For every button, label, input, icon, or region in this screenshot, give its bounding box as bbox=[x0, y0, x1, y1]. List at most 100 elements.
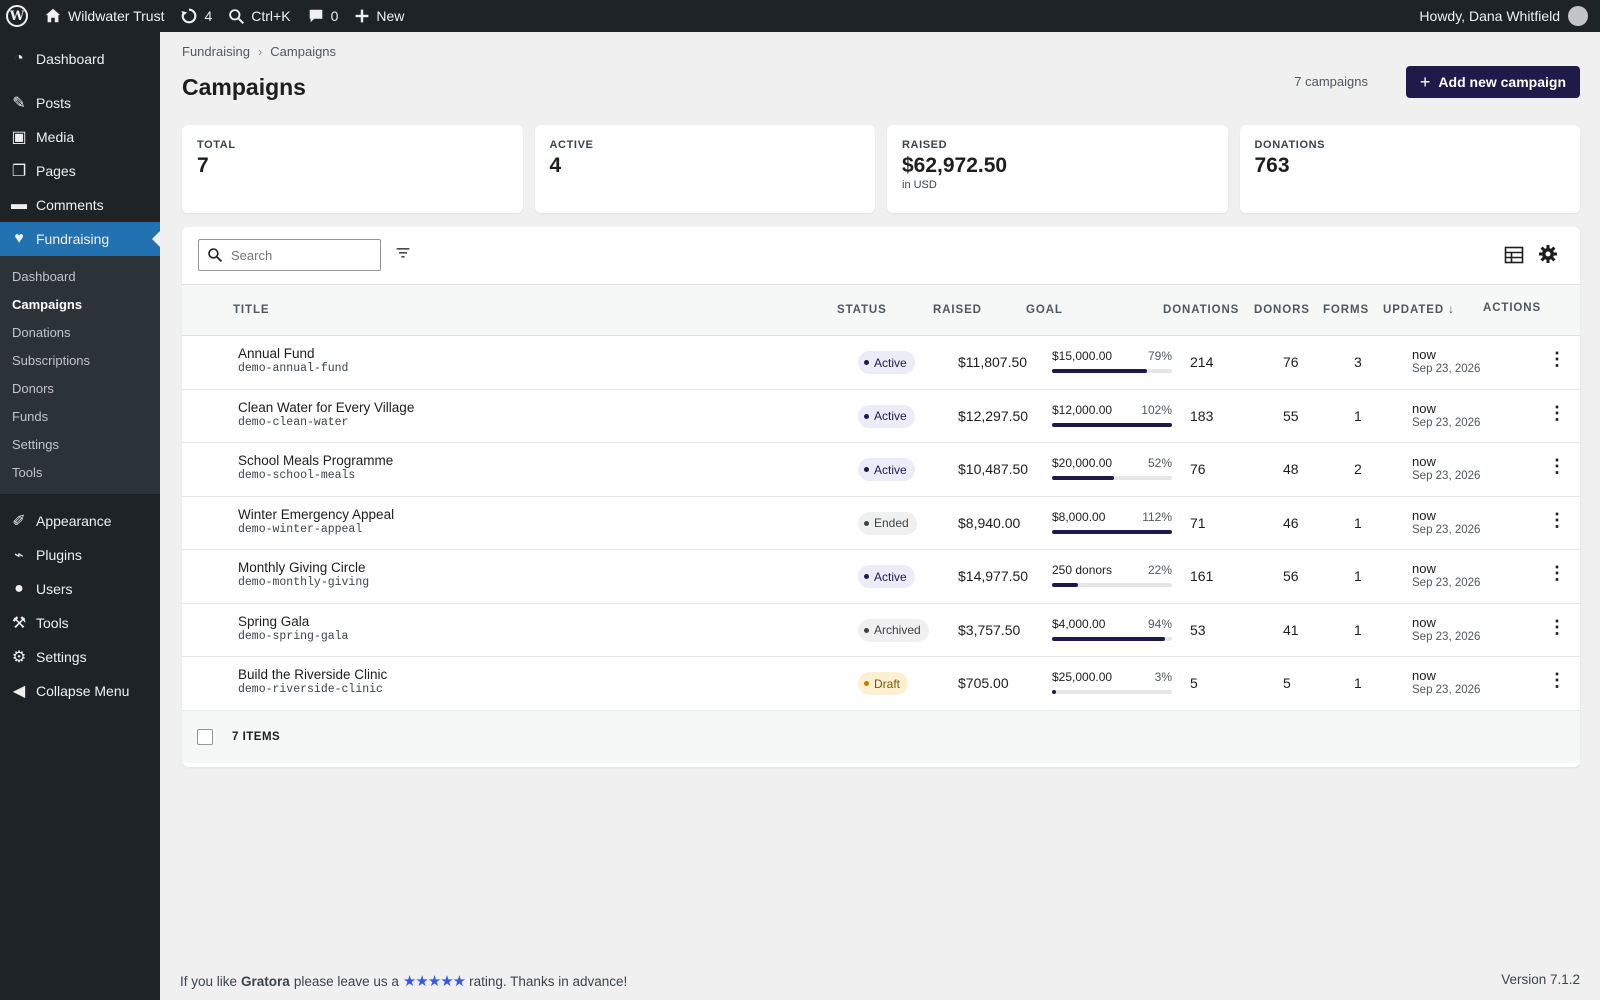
sidebar-item-dashboard[interactable]: ◔ Dashboard bbox=[0, 42, 160, 76]
sidebar-item-comments[interactable]: ▬ Comments bbox=[0, 188, 160, 222]
footer-text-mid: please leave us a bbox=[293, 973, 399, 989]
stat-value: 7 bbox=[197, 154, 209, 177]
goal-percent: 112% bbox=[1142, 509, 1172, 524]
my-account-link[interactable]: Howdy, Dana Whitfield bbox=[1411, 0, 1600, 32]
pin-icon: ✎ bbox=[12, 95, 26, 112]
sidebar-item-plugins[interactable]: ⌁ Plugins bbox=[0, 538, 160, 572]
campaign-title[interactable]: Build the Riverside Clinic bbox=[238, 667, 387, 682]
donations-count: 71 bbox=[1190, 514, 1206, 531]
search-placeholder: Search bbox=[231, 247, 273, 263]
items-count: 7 ITEMS bbox=[232, 730, 281, 743]
donors-count: 41 bbox=[1283, 621, 1299, 638]
stat-value: 4 bbox=[549, 154, 562, 177]
row-actions-menu-icon[interactable]: ⋮ bbox=[1548, 564, 1566, 582]
submenu-item-settings[interactable]: Settings bbox=[0, 431, 160, 459]
donations-count: 161 bbox=[1190, 568, 1214, 584]
filter-icon[interactable] bbox=[395, 245, 411, 261]
campaign-count: 7 campaigns bbox=[1294, 74, 1368, 89]
column-header-goal[interactable]: GOAL bbox=[1026, 304, 1063, 316]
table-row[interactable]: School Meals Programme demo-school-meals… bbox=[182, 443, 1580, 497]
goal-cell: $12,000.00 102% bbox=[1052, 403, 1172, 427]
breadcrumb-parent[interactable]: Fundraising bbox=[182, 44, 250, 59]
sidebar-item-pages[interactable]: ❐ Pages bbox=[0, 154, 160, 188]
donors-count: 56 bbox=[1283, 568, 1299, 584]
stat-label: RAISED bbox=[902, 139, 948, 151]
wordpress-logo-button[interactable]: W bbox=[0, 0, 36, 32]
donors-count: 46 bbox=[1283, 514, 1299, 531]
campaign-title[interactable]: Clean Water for Every Village bbox=[238, 400, 414, 415]
sidebar-item-label: Pages bbox=[36, 163, 76, 179]
table-row[interactable]: Spring Gala demo-spring-gala Archived $3… bbox=[182, 604, 1580, 657]
rating-stars-icon[interactable]: ★★★★★ bbox=[403, 972, 466, 990]
add-button-label: Add new campaign bbox=[1438, 74, 1566, 90]
table-row[interactable]: Winter Emergency Appeal demo-winter-appe… bbox=[182, 497, 1580, 550]
sidebar-item-settings[interactable]: ⚙ Settings bbox=[0, 640, 160, 674]
goal-progress-bar bbox=[1052, 476, 1172, 480]
submenu-item-subscriptions[interactable]: Subscriptions bbox=[0, 347, 160, 375]
updates-link[interactable]: 4 bbox=[172, 0, 220, 32]
submenu-item-tools[interactable]: Tools bbox=[0, 459, 160, 487]
sidebar-item-posts[interactable]: ✎ Posts bbox=[0, 86, 160, 120]
goal-cell: $20,000.00 52% bbox=[1052, 456, 1172, 480]
campaign-title[interactable]: Monthly Giving Circle bbox=[238, 560, 369, 575]
submenu-item-donations[interactable]: Donations bbox=[0, 319, 160, 347]
add-new-campaign-button[interactable]: + Add new campaign bbox=[1405, 66, 1580, 98]
search-input[interactable]: Search bbox=[198, 239, 381, 271]
table-row[interactable]: Clean Water for Every Village demo-clean… bbox=[182, 390, 1580, 443]
table-row[interactable]: Monthly Giving Circle demo-monthly-givin… bbox=[182, 550, 1580, 604]
column-header-raised[interactable]: RAISED bbox=[933, 304, 982, 316]
goal-progress-bar bbox=[1052, 422, 1172, 427]
campaign-title[interactable]: Spring Gala bbox=[238, 614, 348, 629]
submenu-item-dashboard[interactable]: Dashboard bbox=[0, 263, 160, 291]
campaign-title[interactable]: Annual Fund bbox=[238, 346, 348, 361]
collapse-menu-button[interactable]: ◀ Collapse Menu bbox=[0, 674, 160, 708]
row-actions-menu-icon[interactable]: ⋮ bbox=[1548, 404, 1566, 422]
row-actions-menu-icon[interactable]: ⋮ bbox=[1548, 350, 1566, 368]
new-content-link[interactable]: New bbox=[346, 0, 412, 32]
footer-text-post: rating. Thanks in advance! bbox=[469, 973, 628, 989]
goal-cell: 250 donors 22% bbox=[1052, 563, 1172, 587]
submenu-item-donors[interactable]: Donors bbox=[0, 375, 160, 403]
column-header-status[interactable]: STATUS bbox=[837, 304, 887, 316]
row-actions-menu-icon[interactable]: ⋮ bbox=[1548, 618, 1566, 636]
column-header-donors[interactable]: DONORS bbox=[1254, 304, 1310, 316]
table-row[interactable]: Build the Riverside Clinic demo-riversid… bbox=[182, 657, 1580, 711]
gear-icon[interactable] bbox=[1538, 244, 1558, 264]
campaign-slug: demo-spring-gala bbox=[238, 629, 349, 643]
updated-date: Sep 23, 2026 bbox=[1412, 363, 1481, 375]
site-name-link[interactable]: Wildwater Trust bbox=[36, 0, 172, 32]
sidebar-item-appearance[interactable]: ✐ Appearance bbox=[0, 504, 160, 538]
table-view-icon[interactable] bbox=[1504, 245, 1524, 265]
campaign-title[interactable]: School Meals Programme bbox=[238, 453, 393, 468]
status-dot-icon bbox=[864, 360, 869, 365]
site-name: Wildwater Trust bbox=[68, 8, 165, 24]
column-header-donations[interactable]: DONATIONS bbox=[1163, 304, 1239, 316]
campaign-title-cell: Build the Riverside Clinic demo-riversid… bbox=[238, 667, 387, 696]
column-header-title[interactable]: TITLE bbox=[233, 304, 269, 316]
campaigns-table: Search TITLE STATUS RAISED GOAL DONATION… bbox=[182, 227, 1580, 767]
sidebar-item-media[interactable]: ▣ Media bbox=[0, 120, 160, 154]
sidebar-item-fundraising[interactable]: ♥ Fundraising bbox=[0, 222, 160, 256]
row-actions-menu-icon[interactable]: ⋮ bbox=[1548, 511, 1566, 529]
comments-link[interactable]: 0 bbox=[299, 0, 347, 32]
column-header-forms[interactable]: FORMS bbox=[1323, 304, 1369, 316]
table-row[interactable]: Annual Fund demo-annual-fund Active $11,… bbox=[182, 336, 1580, 390]
submenu-item-funds[interactable]: Funds bbox=[0, 403, 160, 431]
status-label: Draft bbox=[874, 676, 901, 691]
row-actions-menu-icon[interactable]: ⋮ bbox=[1548, 671, 1566, 689]
select-all-checkbox[interactable] bbox=[197, 728, 213, 745]
forms-count: 1 bbox=[1354, 514, 1362, 531]
goal-progress-bar bbox=[1052, 690, 1172, 694]
avatar bbox=[1568, 6, 1588, 26]
column-header-updated[interactable]: UPDATED ↓ bbox=[1383, 304, 1455, 316]
stat-card-raised: RAISED $62,972.50 in USD bbox=[887, 125, 1228, 213]
sidebar-item-users[interactable]: ● Users bbox=[0, 572, 160, 606]
row-actions-menu-icon[interactable]: ⋮ bbox=[1548, 457, 1566, 475]
plus-icon: + bbox=[1419, 71, 1431, 92]
sidebar-item-tools[interactable]: ⚒ Tools bbox=[0, 606, 160, 640]
main-content: Fundraising › Campaigns Campaigns 7 camp… bbox=[160, 32, 1600, 1000]
command-search-button[interactable]: Ctrl+K bbox=[220, 0, 298, 32]
submenu-item-campaigns[interactable]: Campaigns bbox=[0, 291, 160, 319]
campaign-title[interactable]: Winter Emergency Appeal bbox=[238, 507, 394, 522]
campaign-slug: demo-annual-fund bbox=[238, 362, 349, 375]
